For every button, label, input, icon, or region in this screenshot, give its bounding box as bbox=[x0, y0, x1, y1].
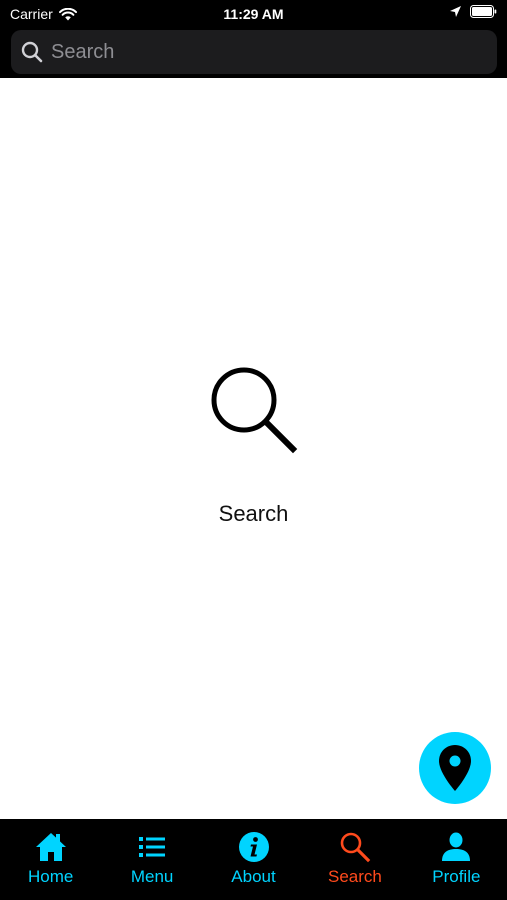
tab-label: Search bbox=[327, 867, 382, 886]
tab-label: Menu bbox=[130, 867, 174, 886]
list-icon bbox=[136, 831, 168, 863]
status-time: 11:29 AM bbox=[223, 6, 284, 22]
tab-about[interactable]: About bbox=[203, 819, 304, 900]
status-bar: Carrier 11:29 AM bbox=[0, 0, 507, 28]
app-screen: Carrier 11:29 AM Search Search Home Menu… bbox=[0, 0, 507, 900]
location-arrow-icon bbox=[449, 5, 462, 18]
battery-icon bbox=[470, 5, 497, 18]
search-icon bbox=[21, 41, 43, 63]
person-icon bbox=[440, 831, 472, 863]
map-pin-button[interactable] bbox=[419, 732, 491, 804]
tab-bar: Home Menu About Search Profile bbox=[0, 819, 507, 900]
empty-state-title: Search bbox=[218, 501, 289, 526]
tab-label: Home bbox=[28, 867, 74, 886]
info-icon bbox=[238, 831, 270, 863]
search-icon bbox=[209, 365, 299, 455]
tab-label: Profile bbox=[432, 867, 481, 886]
home-icon bbox=[35, 831, 67, 863]
empty-state: Search bbox=[0, 365, 507, 527]
tab-label: About bbox=[231, 867, 276, 886]
tab-search[interactable]: Search bbox=[304, 819, 405, 900]
search-icon bbox=[339, 831, 371, 863]
search-bar bbox=[11, 30, 497, 74]
tab-menu[interactable]: Menu bbox=[101, 819, 202, 900]
status-right-group bbox=[449, 5, 497, 18]
content-area: Search bbox=[0, 78, 507, 819]
tab-home[interactable]: Home bbox=[0, 819, 101, 900]
tab-profile[interactable]: Profile bbox=[406, 819, 507, 900]
map-pin-icon bbox=[438, 744, 472, 792]
search-input[interactable] bbox=[49, 31, 497, 73]
